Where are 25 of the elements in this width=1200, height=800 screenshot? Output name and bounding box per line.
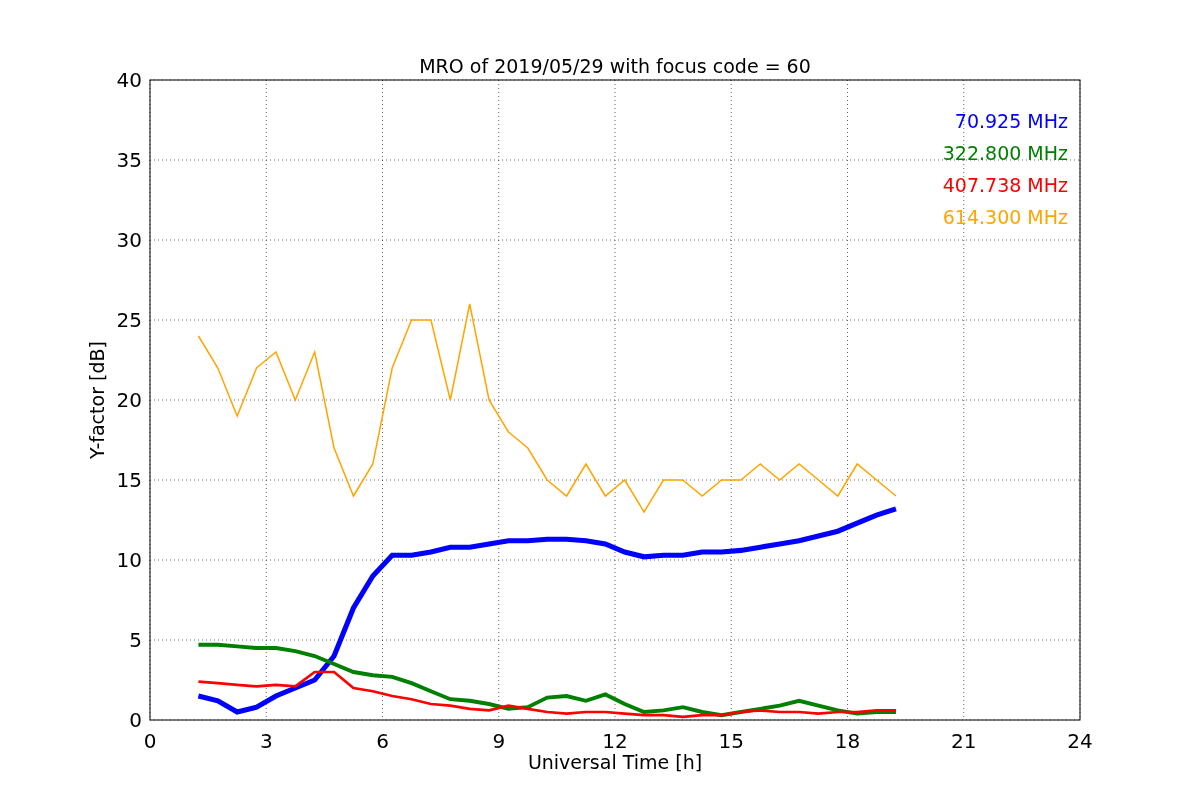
y-tick-label: 0 [129,708,142,732]
y-tick-label: 10 [116,548,142,572]
legend-label: 322.800 MHz [942,142,1068,164]
legend-label: 407.738 MHz [942,174,1068,196]
chart-title: MRO of 2019/05/29 with focus code = 60 [419,55,811,77]
y-tick-label: 15 [116,468,142,492]
y-tick-label: 30 [116,228,142,252]
x-tick-label: 6 [376,729,389,753]
x-axis-label: Universal Time [h] [527,751,703,773]
x-tick-label: 21 [951,729,977,753]
y-tick-label: 40 [116,68,142,92]
y-tick-label: 35 [116,148,142,172]
y-tick-label: 5 [129,628,142,652]
legend-label: 70.925 MHz [954,110,1068,132]
x-tick-label: 24 [1067,729,1093,753]
legend-label: 614.300 MHz [942,206,1068,228]
x-tick-label: 15 [718,729,744,753]
x-tick-label: 18 [834,729,861,753]
y-tick-label: 20 [116,388,142,412]
y-axis-label: Y-factor [dB] [86,341,108,459]
y-tick-label: 25 [116,308,142,332]
x-tick-label: 0 [143,729,157,753]
x-tick-label: 3 [259,729,273,753]
x-tick-label: 12 [602,729,628,753]
x-tick-label: 9 [492,729,506,753]
